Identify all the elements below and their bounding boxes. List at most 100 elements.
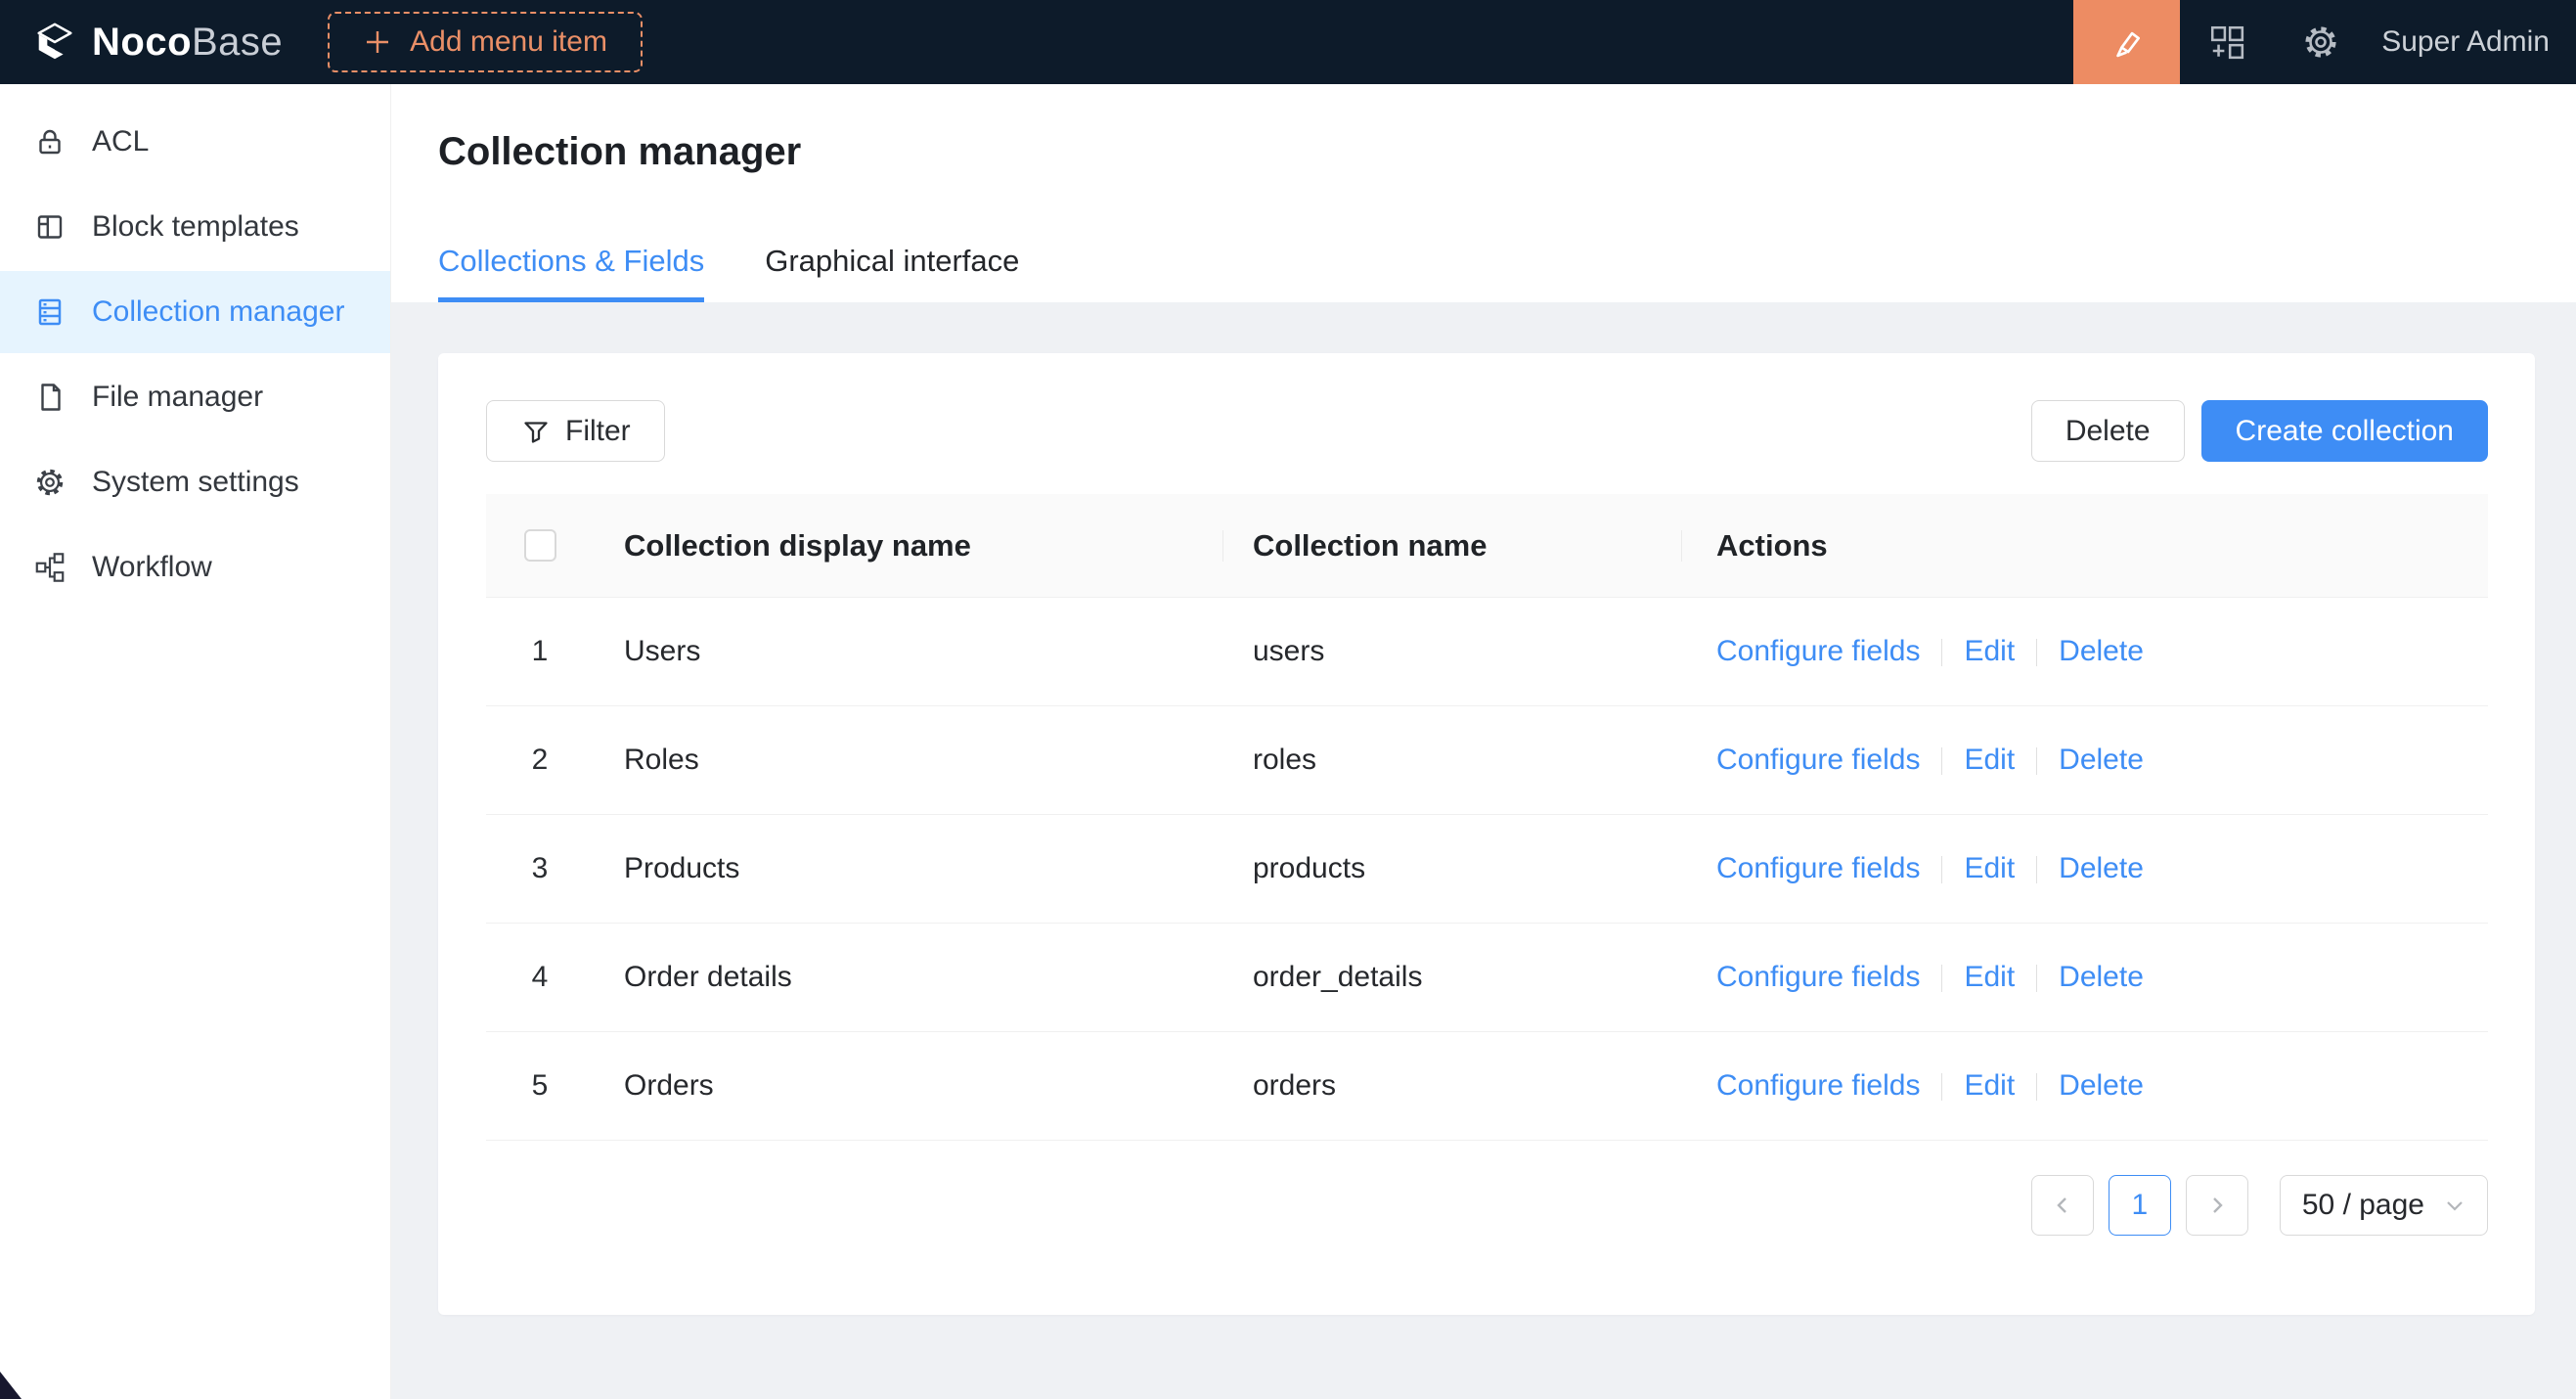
column-header-actions: Actions <box>1681 494 2488 597</box>
column-divider <box>1681 530 1682 562</box>
delete-link[interactable]: Delete <box>2059 1069 2144 1102</box>
cell-collection-name: products <box>1222 852 1681 885</box>
table-row: 4 Order details order_details Configure … <box>486 924 2488 1032</box>
page-size-select[interactable]: 50 / page <box>2280 1175 2488 1236</box>
cell-display-name: Order details <box>594 961 1222 994</box>
add-block-button[interactable] <box>2180 0 2274 84</box>
cell-actions: Configure fields Edit Delete <box>1681 1069 2488 1103</box>
cell-display-name: Orders <box>594 1069 1222 1103</box>
sidebar-item-file-manager[interactable]: File manager <box>0 356 390 438</box>
brand-name: NocoBase <box>92 21 283 65</box>
cell-display-name: Products <box>594 852 1222 885</box>
cell-display-name: Roles <box>594 744 1222 777</box>
sidebar: ACL Block templates Colle <box>0 84 391 1399</box>
settings-button[interactable] <box>2274 0 2368 84</box>
configure-fields-link[interactable]: Configure fields <box>1716 1069 1920 1102</box>
partition-icon <box>33 551 67 584</box>
add-menu-item-button[interactable]: Add menu item <box>328 12 643 72</box>
chevron-down-icon <box>2444 1195 2465 1216</box>
edit-link[interactable]: Edit <box>1964 1069 2015 1102</box>
sidebar-item-block-templates[interactable]: Block templates <box>0 186 390 268</box>
user-menu[interactable]: Super Admin <box>2381 25 2576 59</box>
cell-collection-name: order_details <box>1222 961 1681 994</box>
app-window: NocoBase Add menu item <box>0 0 2576 1399</box>
toolbar-right: Delete Create collection <box>2031 400 2488 462</box>
delete-link[interactable]: Delete <box>2059 744 2144 776</box>
edit-link[interactable]: Edit <box>1964 635 2015 667</box>
chevron-left-icon <box>2052 1195 2073 1216</box>
sidebar-item-label: System settings <box>92 466 299 499</box>
table-header-row: Collection display name Collection name … <box>486 494 2488 598</box>
column-header-display-name: Collection display name <box>594 494 1222 597</box>
delete-link[interactable]: Delete <box>2059 635 2144 667</box>
page-body: Filter Delete Create collection Coll <box>391 302 2576 1399</box>
configure-fields-link[interactable]: Configure fields <box>1716 852 1920 884</box>
gear-icon <box>2301 23 2340 62</box>
action-divider <box>2036 747 2037 775</box>
delete-link[interactable]: Delete <box>2059 852 2144 884</box>
next-page-button[interactable] <box>2186 1175 2248 1236</box>
highlighter-icon <box>2108 23 2147 62</box>
action-divider <box>1941 1073 1942 1101</box>
row-index: 2 <box>486 744 594 777</box>
cell-actions: Configure fields Edit Delete <box>1681 961 2488 994</box>
pagination: 1 50 / page <box>486 1175 2488 1236</box>
action-divider <box>1941 965 1942 992</box>
layout-icon <box>33 210 67 244</box>
page-1-button[interactable]: 1 <box>2109 1175 2171 1236</box>
configure-fields-link[interactable]: Configure fields <box>1716 744 1920 776</box>
cell-actions: Configure fields Edit Delete <box>1681 635 2488 668</box>
database-icon <box>33 295 67 329</box>
page-size-value: 50 / page <box>2302 1189 2424 1222</box>
main-content: Collection manager Collections & Fields … <box>391 84 2576 1399</box>
row-index: 5 <box>486 1069 594 1103</box>
page-header: Collection manager Collections & Fields … <box>391 84 2576 302</box>
row-index: 1 <box>486 635 594 668</box>
sidebar-item-collection-manager[interactable]: Collection manager <box>0 271 390 353</box>
table-row: 5 Orders orders Configure fields Edit Dele… <box>486 1032 2488 1141</box>
nocobase-logo-icon <box>32 21 77 64</box>
edit-link[interactable]: Edit <box>1964 961 2015 993</box>
brand-logo[interactable]: NocoBase <box>0 21 283 65</box>
filter-button-label: Filter <box>565 415 631 448</box>
lock-icon <box>33 125 67 158</box>
action-divider <box>1941 747 1942 775</box>
configure-fields-link[interactable]: Configure fields <box>1716 635 1920 667</box>
filter-button[interactable]: Filter <box>486 400 665 462</box>
appstore-add-icon <box>2208 23 2245 61</box>
cell-actions: Configure fields Edit Delete <box>1681 744 2488 777</box>
action-divider <box>2036 965 2037 992</box>
table-row: 2 Roles roles Configure fields Edit Delete <box>486 706 2488 815</box>
configure-fields-link[interactable]: Configure fields <box>1716 961 1920 993</box>
delete-link[interactable]: Delete <box>2059 961 2144 993</box>
action-divider <box>2036 1073 2037 1101</box>
sidebar-item-label: Block templates <box>92 210 299 244</box>
cell-collection-name: roles <box>1222 744 1681 777</box>
cell-collection-name: users <box>1222 635 1681 668</box>
collections-card: Filter Delete Create collection Coll <box>438 353 2535 1315</box>
ui-editor-button[interactable] <box>2073 0 2180 84</box>
delete-button[interactable]: Delete <box>2031 400 2185 462</box>
cell-collection-name: orders <box>1222 1069 1681 1103</box>
table-header-checkbox-cell <box>486 494 594 597</box>
sidebar-item-system-settings[interactable]: System settings <box>0 441 390 523</box>
edit-link[interactable]: Edit <box>1964 744 2015 776</box>
cell-display-name: Users <box>594 635 1222 668</box>
sidebar-item-label: Workflow <box>92 551 212 584</box>
create-collection-button[interactable]: Create collection <box>2201 400 2488 462</box>
prev-page-button[interactable] <box>2031 1175 2094 1236</box>
select-all-checkbox[interactable] <box>524 529 556 562</box>
row-index: 4 <box>486 961 594 994</box>
action-divider <box>2036 639 2037 666</box>
tab-collections-and-fields[interactable]: Collections & Fields <box>438 243 704 302</box>
tab-graphical-interface[interactable]: Graphical interface <box>765 243 1019 302</box>
sidebar-item-acl[interactable]: ACL <box>0 101 390 183</box>
edit-link[interactable]: Edit <box>1964 852 2015 884</box>
sidebar-item-label: Collection manager <box>92 295 344 329</box>
page-title: Collection manager <box>438 125 2529 178</box>
filter-funnel-icon <box>520 416 552 447</box>
top-navbar: NocoBase Add menu item <box>0 0 2576 84</box>
table-row: 1 Users users Configure fields Edit Delete <box>486 598 2488 706</box>
action-divider <box>1941 856 1942 883</box>
sidebar-item-workflow[interactable]: Workflow <box>0 526 390 609</box>
